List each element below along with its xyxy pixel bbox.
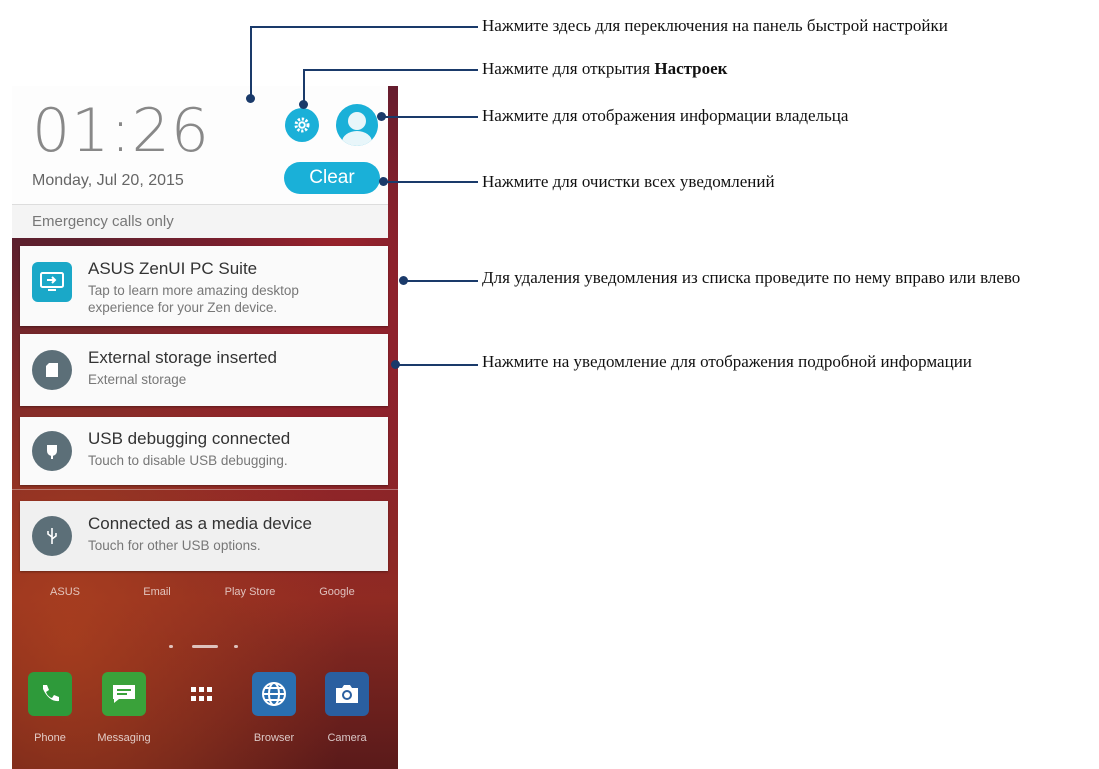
owner-avatar-button[interactable]	[336, 104, 378, 146]
usb-icon	[32, 516, 72, 556]
annotation-clear: Нажмите для очистки всех уведомлений	[482, 172, 775, 191]
callout-line	[250, 26, 252, 98]
date: Monday, Jul 20, 2015	[32, 172, 184, 189]
notification-item[interactable]: Connected as a media device Touch for ot…	[20, 501, 388, 571]
callout-dot	[391, 360, 400, 369]
app-drawer-icon[interactable]	[180, 672, 224, 716]
notification-item[interactable]: ASUS ZenUI PC Suite Tap to learn more am…	[20, 246, 388, 326]
annotation-settings-text: Нажмите для открытия	[482, 59, 655, 78]
callout-dot	[399, 276, 408, 285]
app-label-play-store[interactable]: Play Store	[215, 586, 285, 598]
page-indicator-dot	[234, 645, 238, 648]
notification-title: Connected as a media device	[88, 514, 312, 533]
app-label-google[interactable]: Google	[302, 586, 372, 598]
divider	[12, 489, 398, 490]
callout-line	[250, 26, 478, 28]
page-indicator-current	[192, 645, 218, 648]
notification-subtitle: Tap to learn more amazing desktop experi…	[88, 283, 299, 315]
user-icon	[342, 112, 372, 146]
annotation-tap: Нажмите на уведомление для отображения п…	[482, 352, 972, 371]
phone-app-icon[interactable]	[28, 672, 72, 716]
notification-title: External storage inserted	[88, 348, 277, 367]
clear-button[interactable]: Clear	[284, 162, 380, 194]
app-label-asus[interactable]: ASUS	[30, 586, 100, 598]
dock-label-phone: Phone	[34, 732, 66, 744]
notification-subtitle: Touch to disable USB debugging.	[88, 453, 288, 468]
emergency-text: Emergency calls only	[32, 213, 174, 230]
callout-line	[396, 364, 478, 366]
annotation-settings: Нажмите для открытия Настроек	[482, 59, 1097, 79]
notification-title: USB debugging connected	[88, 429, 291, 448]
clock: 01:26	[32, 96, 210, 166]
callout-line	[382, 116, 478, 118]
camera-app-icon[interactable]	[325, 672, 369, 716]
dock-label-browser: Browser	[253, 732, 295, 744]
annotation-settings-bold: Настроек	[654, 59, 728, 78]
annotation-swipe: Для удаления уведомления из списка прове…	[482, 268, 1021, 287]
emergency-status-bar: Emergency calls only	[12, 204, 388, 238]
notification-subtitle: Touch for other USB options.	[88, 538, 261, 553]
notification-title: ASUS ZenUI PC Suite	[88, 259, 258, 278]
callout-dot	[299, 100, 308, 109]
settings-button[interactable]	[285, 108, 319, 142]
usb-debug-icon	[32, 431, 72, 471]
annotation-owner: Нажмите для отображения информации владе…	[482, 106, 849, 125]
callout-line	[384, 181, 478, 183]
notification-item[interactable]: USB debugging connected Touch to disable…	[20, 417, 388, 485]
browser-app-icon[interactable]	[252, 672, 296, 716]
dock-label-camera: Camera	[327, 732, 367, 744]
sd-card-icon	[32, 350, 72, 390]
notification-subtitle: External storage	[88, 372, 187, 387]
notification-header: 01:26 Monday, Jul 20, 2015 Clear	[12, 86, 388, 204]
gear-icon	[294, 117, 310, 133]
annotation-quick-settings: Нажмите здесь для переключения на панель…	[482, 16, 948, 35]
app-label-email[interactable]: Email	[122, 586, 192, 598]
messaging-app-icon[interactable]	[102, 672, 146, 716]
callout-line	[303, 69, 478, 71]
phone-screen: 01:26 Monday, Jul 20, 2015 Clear Emergen…	[12, 86, 398, 769]
page-indicator-dot	[169, 645, 173, 648]
dock-label-messaging: Messaging	[97, 732, 151, 744]
callout-dot	[246, 94, 255, 103]
pc-suite-icon	[32, 262, 72, 302]
notification-item[interactable]: External storage inserted External stora…	[20, 334, 388, 406]
callout-dot	[377, 112, 386, 121]
callout-line	[404, 280, 478, 282]
callout-dot	[379, 177, 388, 186]
